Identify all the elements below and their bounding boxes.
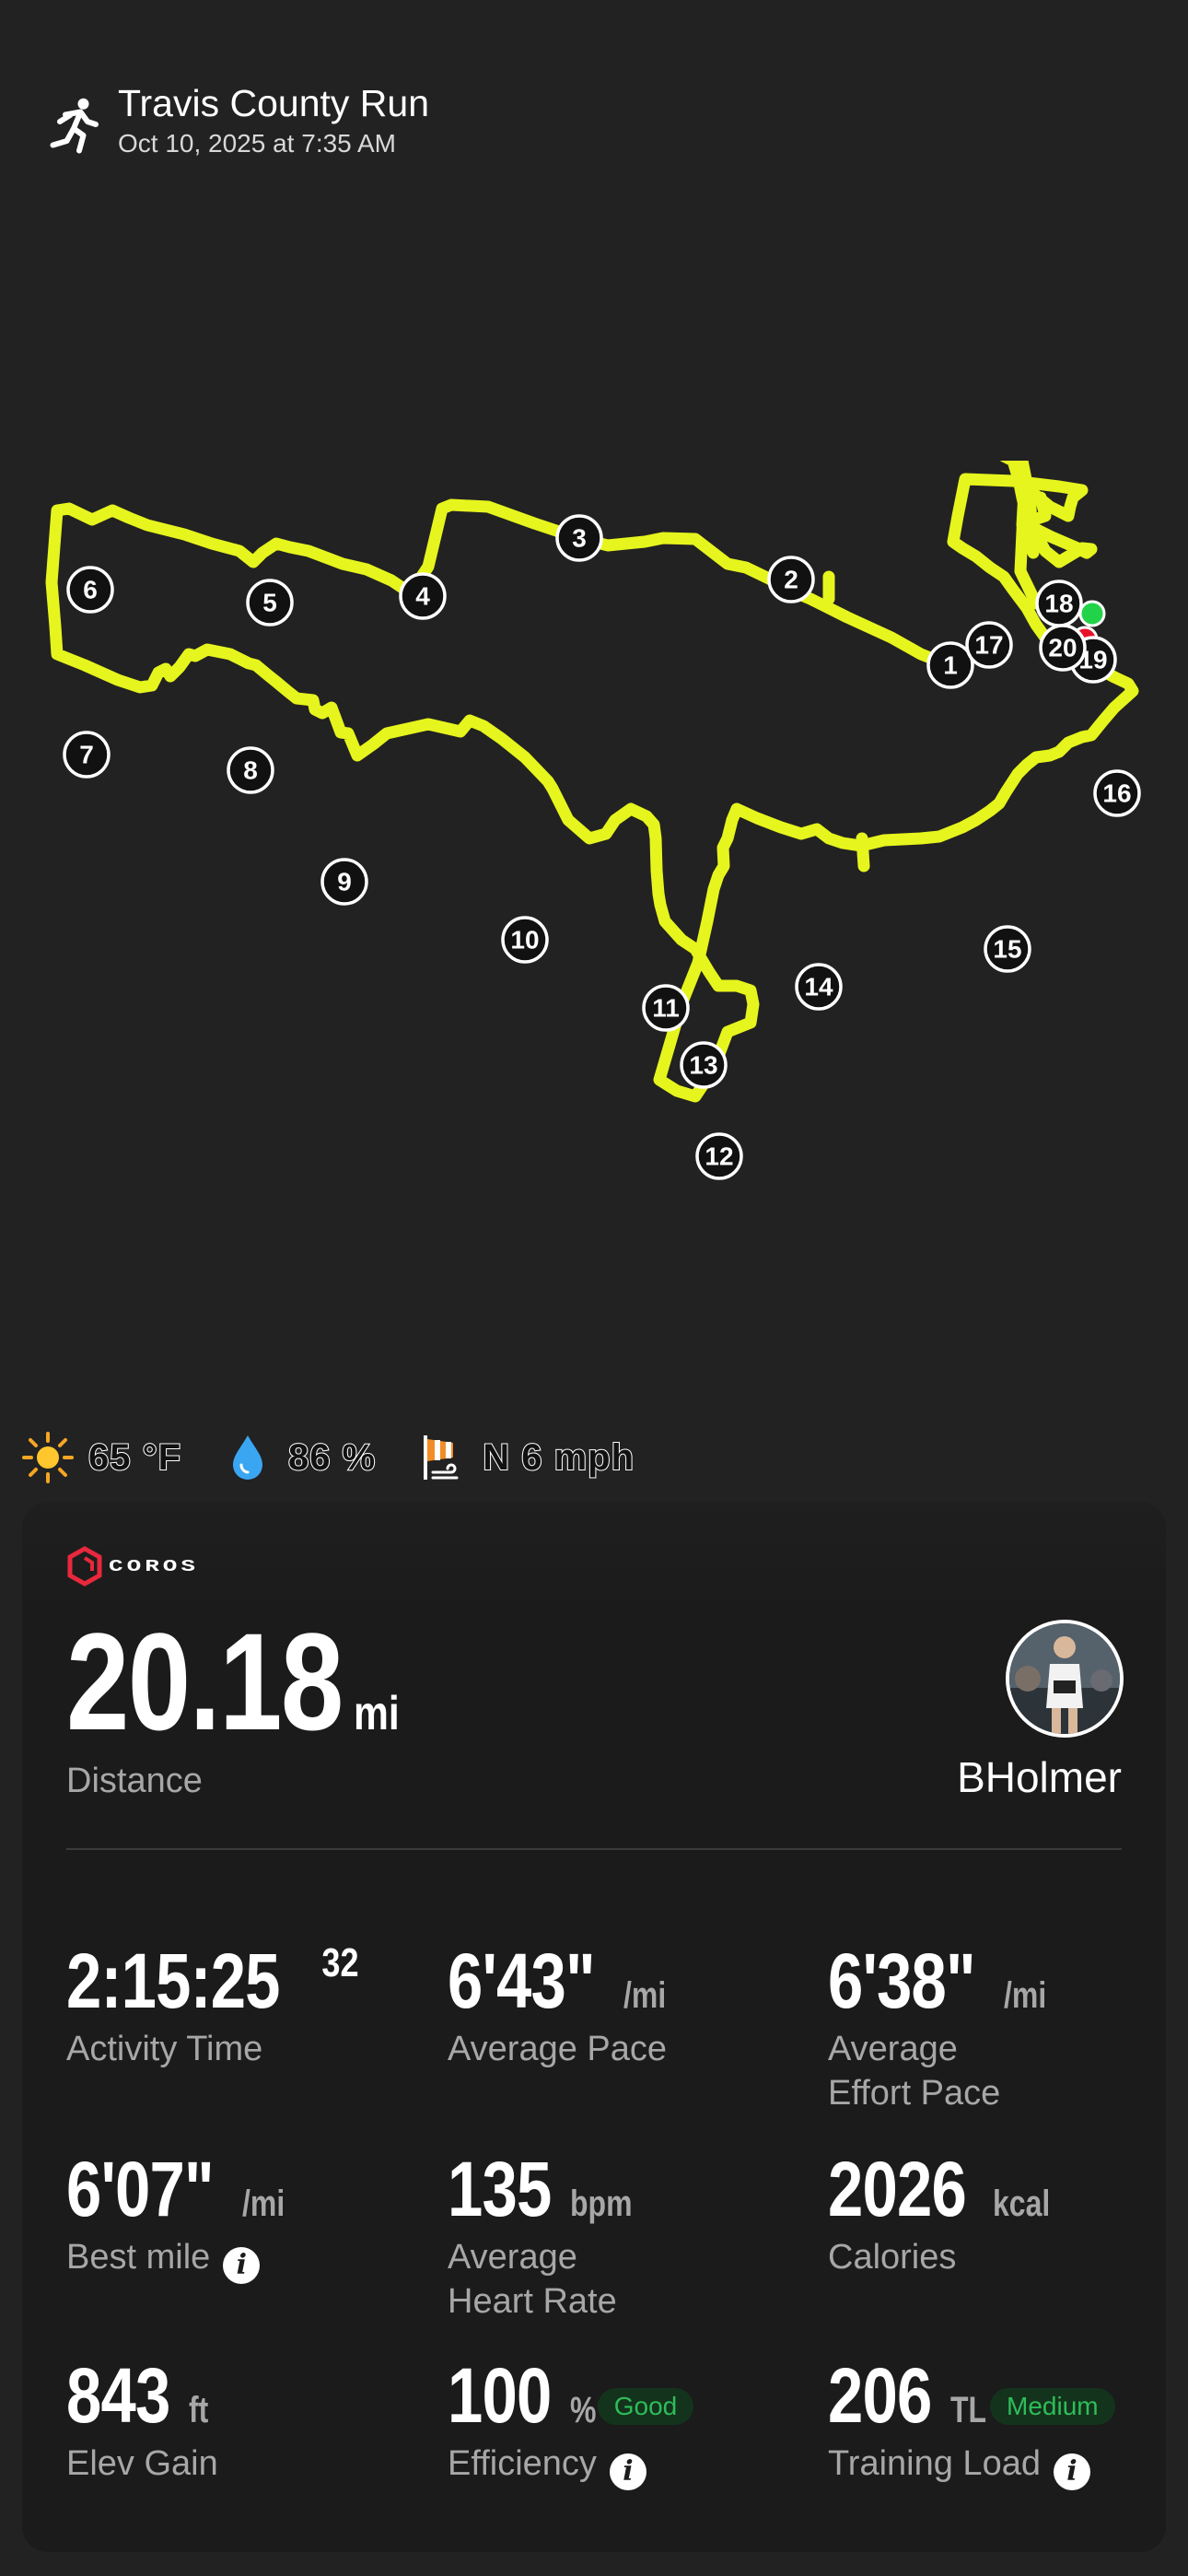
svg-text:5: 5 (262, 589, 277, 617)
metric-elev-gain: 843 ft Elev Gain (66, 2352, 218, 2483)
mile-marker: 18 (1035, 580, 1083, 627)
svg-text:1: 1 (943, 651, 958, 680)
svg-text:11: 11 (652, 994, 680, 1023)
svg-text:20: 20 (1048, 634, 1077, 662)
coros-logo: COROS (66, 1546, 199, 1587)
mile-marker: 13 (680, 1041, 728, 1089)
svg-text:17: 17 (974, 631, 1003, 660)
mile-marker: 17 (965, 621, 1013, 669)
svg-text:6: 6 (83, 576, 98, 604)
mile-marker: 2 (767, 556, 815, 603)
route-finish-spur (856, 832, 870, 872)
distance-value: 20.18 (66, 1604, 344, 1759)
weather-row: 65 °F 86 % N 6 mph (20, 1430, 673, 1485)
distance-unit: mi (354, 1687, 400, 1740)
svg-text:16: 16 (1102, 779, 1131, 808)
metric-training-load: 206 TL Medium Training Load i (828, 2353, 1159, 2490)
mile-marker: 6 (66, 566, 114, 614)
mile-marker: 3 (555, 514, 603, 562)
divider (66, 1848, 1122, 1850)
humidity: 86 % (220, 1430, 376, 1485)
activity-datetime: Oct 10, 2025 at 7:35 AM (118, 129, 396, 158)
activity-header: Travis County Run Oct 10, 2025 at 7:35 A… (41, 77, 429, 160)
activity-stats-card: COROS 20.18 mi Distance BHolmer 2:15:25 … (22, 1502, 1166, 2552)
info-icon[interactable]: i (1053, 2453, 1090, 2490)
metric-average-effort-pace: 6'38" /mi Average Effort Pace (828, 1938, 1047, 2113)
coros-hexagon-icon (67, 1546, 102, 1587)
metric-average-pace: 6'43" /mi Average Pace (448, 1938, 668, 2068)
status-badge: Medium (990, 2388, 1115, 2425)
distance-label: Distance (66, 1762, 203, 1800)
avatar[interactable] (1006, 1620, 1124, 1738)
status-badge: Good (597, 2388, 694, 2425)
mile-marker: 14 (795, 963, 843, 1011)
metric-efficiency: 100 % Good Efficiency i (448, 2353, 798, 2490)
svg-text:3: 3 (572, 524, 587, 553)
svg-text:4: 4 (415, 582, 430, 611)
info-icon[interactable]: i (609, 2453, 646, 2490)
svg-text:14: 14 (804, 973, 833, 1001)
svg-text:8: 8 (243, 756, 258, 785)
svg-text:7: 7 (79, 741, 94, 769)
mile-marker: 4 (399, 572, 447, 620)
mile-marker: 8 (227, 746, 274, 794)
svg-text:15: 15 (993, 935, 1021, 964)
mile-marker: 11 (642, 984, 690, 1032)
start-point (1078, 600, 1106, 627)
sun-icon (22, 1432, 74, 1483)
mile-marker: 10 (501, 916, 549, 964)
mile-marker: 12 (695, 1132, 743, 1180)
temperature: 65 °F (20, 1430, 181, 1485)
activity-title: Travis County Run (118, 82, 429, 124)
mile-marker: 20 (1039, 624, 1087, 672)
svg-text:12: 12 (705, 1142, 733, 1171)
metric-average-heart-rate: 135 bpm Average Heart Rate (448, 2146, 633, 2321)
runner-photo (1009, 1623, 1120, 1734)
wind-flag-icon (424, 1435, 459, 1480)
mile-marker: 16 (1093, 769, 1141, 817)
metric-best-mile: 6'07" /mi Best mile i (66, 2147, 416, 2284)
svg-text:9: 9 (337, 868, 352, 896)
mile-marker: 7 (63, 731, 111, 779)
wind: N 6 mph (414, 1430, 635, 1485)
running-person-icon (50, 98, 99, 154)
mile-marker: 9 (320, 858, 368, 906)
svg-text:13: 13 (689, 1051, 717, 1080)
svg-text:18: 18 (1044, 590, 1073, 618)
svg-text:2: 2 (784, 566, 798, 594)
water-drop-icon (233, 1435, 263, 1480)
info-icon[interactable]: i (223, 2247, 261, 2284)
metric-activity-time: 2:15:25 32 Activity Time (66, 1938, 359, 2068)
username[interactable]: BHolmer (957, 1752, 1122, 1802)
metric-calories: 2026 kcal Calories (828, 2146, 1051, 2277)
route-map[interactable]: 1 2 3 4 5 6 7 8 9 10 11 12 13 14 15 16 1… (0, 461, 1188, 1262)
mile-marker: 5 (246, 579, 294, 626)
mile-marker: 15 (984, 925, 1031, 973)
svg-text:10: 10 (510, 926, 539, 954)
